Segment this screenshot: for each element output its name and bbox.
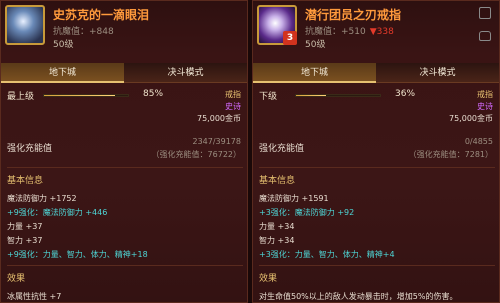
stat-line: 智力 +37: [7, 236, 43, 245]
grade-bar: [295, 94, 381, 97]
grade-label: 下级: [259, 92, 278, 102]
item-price: 75,000金币: [197, 114, 241, 123]
item-header: 3 潜行团员之刃戒指 抗魔值：+510 ▼338 50级: [253, 1, 499, 51]
grade-bar-fill: [296, 95, 327, 96]
item-name: 史苏克的一滴眼泪: [53, 8, 150, 22]
enhance-value: 0/4855: [464, 137, 493, 146]
item-tooltip-left: 史苏克的一滴眼泪 抗魔值：+848 50级 地下城 决斗模式 最上级 85% 戒…: [0, 0, 248, 303]
tab-duel-mode[interactable]: 决斗模式: [124, 63, 247, 83]
lock-icon[interactable]: [479, 31, 491, 41]
item-level: 50级: [53, 40, 74, 50]
mode-tabs: 地下城 决斗模式: [253, 63, 499, 83]
grade-label: 最上级: [7, 92, 35, 102]
staff-crystal-icon: [5, 5, 45, 45]
basic-info-title: 基本信息: [259, 176, 296, 186]
enhance-cap: （强化充能值：7281）: [408, 150, 493, 159]
stat-line: +3强化：力量、智力、体力、精神+4: [259, 250, 395, 259]
item-rarity: 史诗: [225, 102, 241, 111]
tab-dungeon[interactable]: 地下城: [1, 63, 124, 83]
stat-line: 魔法防御力 +1752: [7, 194, 77, 203]
effect-title: 效果: [7, 274, 26, 284]
item-price: 75,000金币: [449, 114, 493, 123]
item-type: 戒指: [225, 90, 241, 99]
item-meta: 戒指 史诗 75,000金币: [197, 89, 241, 125]
stat-line: +9强化：魔法防御力 +446: [7, 208, 108, 217]
divider: [7, 167, 243, 168]
item-header: 史苏克的一滴眼泪 抗魔值：+848 50级: [1, 1, 247, 51]
grade-percent: 36%: [395, 89, 416, 99]
divider: [7, 265, 243, 266]
item-level: 50级: [305, 40, 326, 50]
enhance-value: 2347/39178: [192, 137, 241, 146]
tab-dungeon[interactable]: 地下城: [253, 63, 376, 83]
stat-line: +3强化：魔法防御力 +92: [259, 208, 355, 217]
item-rarity: 史诗: [477, 102, 493, 111]
stat-line: 力量 +37: [7, 222, 43, 231]
item-tooltip-right: 3 潜行团员之刃戒指 抗魔值：+510 ▼338 50级 地下城 决斗模式 下级 …: [252, 0, 500, 303]
anti-magic-value: 抗魔值：+848: [53, 27, 114, 37]
stat-line: 力量 +34: [259, 222, 295, 231]
effect-text: 冰属性抗性 +7: [7, 292, 62, 301]
mode-tabs: 地下城 决斗模式: [1, 63, 247, 83]
anti-magic-diff: ▼338: [369, 27, 394, 37]
grade-bar-fill: [44, 95, 116, 96]
item-meta: 戒指 史诗 75,000金币: [449, 89, 493, 125]
item-name: 潜行团员之刃戒指: [305, 8, 402, 22]
upgrade-badge: 3: [283, 31, 297, 45]
enhance-label: 强化充能值: [7, 144, 53, 154]
anti-magic-value: 抗魔值：+510 ▼338: [305, 27, 394, 37]
grade-bar: [43, 94, 129, 97]
effect-text: 对生命值50%以上的敌人发动暴击时，增加5%的伤害。: [259, 292, 458, 301]
stat-line: +9强化：力量、智力、体力、精神+18: [7, 250, 148, 259]
divider: [259, 167, 495, 168]
purple-ring-icon: 3: [257, 5, 297, 45]
stat-line: 智力 +34: [259, 236, 295, 245]
enhance-label: 强化充能值: [259, 144, 305, 154]
enhance-cap: （强化充能值：76722）: [151, 150, 241, 159]
basic-info-title: 基本信息: [7, 176, 44, 186]
grade-percent: 85%: [143, 89, 164, 99]
share-icon[interactable]: [479, 7, 491, 19]
tab-duel-mode[interactable]: 决斗模式: [376, 63, 499, 83]
stat-line: 魔法防御力 +1591: [259, 194, 329, 203]
effect-title: 效果: [259, 274, 278, 284]
item-type: 戒指: [477, 90, 493, 99]
divider: [259, 265, 495, 266]
